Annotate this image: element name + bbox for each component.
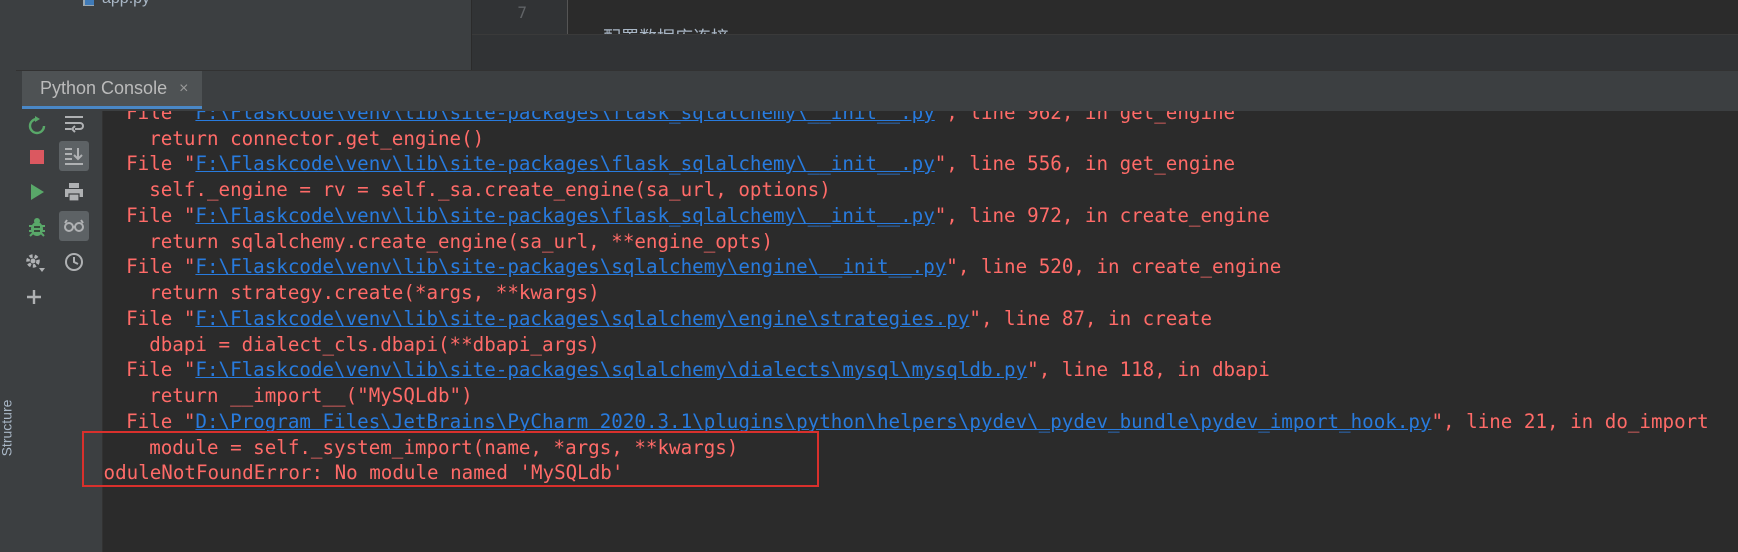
soft-wrap-icon bbox=[65, 116, 84, 133]
traceback-file-line: File "F:\Flaskcode\venv\lib\site-package… bbox=[103, 203, 1270, 229]
editor-line-text: 配置数据库连接 bbox=[603, 24, 729, 34]
close-icon[interactable]: × bbox=[179, 80, 188, 98]
rerun-icon bbox=[28, 116, 46, 135]
show-variables-button[interactable] bbox=[59, 211, 89, 241]
file-link[interactable]: D:\Program Files\JetBrains\PyCharm 2020.… bbox=[195, 410, 1431, 433]
scroll-to-end-icon bbox=[65, 148, 83, 165]
traceback-code-line: return connector.get_engine() bbox=[103, 127, 485, 150]
editor-status-area bbox=[472, 34, 1738, 71]
line-suffix: ", line 87, in create bbox=[969, 307, 1212, 330]
traceback-code-line: return __import__("MySQLdb") bbox=[103, 384, 473, 407]
line-prefix: File " bbox=[103, 152, 196, 175]
structure-tool-tab[interactable]: Structure bbox=[0, 400, 16, 470]
run-icon bbox=[31, 184, 44, 200]
rerun-button[interactable] bbox=[22, 111, 52, 141]
project-pane: app.py bbox=[16, 0, 471, 70]
line-prefix: File " bbox=[103, 410, 196, 433]
print-button[interactable] bbox=[59, 177, 89, 207]
debug-icon bbox=[29, 218, 45, 237]
scroll-to-end-button[interactable] bbox=[59, 141, 89, 171]
show-variables-icon bbox=[64, 219, 84, 232]
traceback-code-line: return sqlalchemy.create_engine(sa_url, … bbox=[103, 230, 774, 253]
settings-icon bbox=[26, 254, 45, 272]
traceback-code-line: return strategy.create(*args, **kwargs) bbox=[103, 281, 600, 304]
editor-gutter: 7 bbox=[472, 0, 568, 34]
add-console-button[interactable] bbox=[19, 282, 49, 312]
traceback-code-line: self._engine = rv = self._sa.create_engi… bbox=[103, 178, 831, 201]
python-file-icon bbox=[82, 0, 96, 7]
line-suffix: ", line 520, in create_engine bbox=[946, 255, 1282, 278]
line-prefix: File " bbox=[103, 111, 196, 124]
line-prefix: File " bbox=[103, 204, 196, 227]
traceback-file-line: File "F:\Flaskcode\venv\lib\site-package… bbox=[103, 254, 1281, 280]
line-suffix: ", line 118, in dbapi bbox=[1027, 358, 1270, 381]
line-number: 7 bbox=[517, 3, 527, 22]
structure-tab-label: Structure bbox=[0, 399, 15, 457]
soft-wrap-button[interactable] bbox=[59, 108, 89, 138]
file-link[interactable]: F:\Flaskcode\venv\lib\site-packages\sqla… bbox=[195, 307, 969, 330]
history-button[interactable] bbox=[59, 247, 89, 277]
line-prefix: File " bbox=[103, 255, 196, 278]
line-prefix: File " bbox=[103, 307, 196, 330]
file-link[interactable]: F:\Flaskcode\venv\lib\site-packages\sqla… bbox=[195, 255, 946, 278]
project-item-label: app.py bbox=[102, 0, 150, 8]
file-link[interactable]: F:\Flaskcode\venv\lib\site-packages\flas… bbox=[195, 111, 934, 124]
tool-window-header: Python Console × bbox=[16, 70, 1738, 112]
traceback-code-line: dbapi = dialect_cls.dbapi(**dbapi_args) bbox=[103, 333, 600, 356]
line-suffix: ", line 962, in get_engine bbox=[934, 111, 1236, 124]
file-link[interactable]: F:\Flaskcode\venv\lib\site-packages\flas… bbox=[195, 152, 934, 175]
line-suffix: ", line 972, in create_engine bbox=[934, 204, 1270, 227]
tab-label: Python Console bbox=[40, 78, 168, 98]
debug-button[interactable] bbox=[22, 212, 52, 242]
traceback-file-line: File "F:\Flaskcode\venv\lib\site-package… bbox=[103, 306, 1212, 332]
stop-button[interactable] bbox=[22, 142, 52, 172]
print-icon bbox=[65, 183, 83, 202]
project-tree-item[interactable]: app.py bbox=[82, 0, 150, 9]
file-link[interactable]: F:\Flaskcode\venv\lib\site-packages\flas… bbox=[195, 204, 934, 227]
run-button[interactable] bbox=[22, 177, 52, 207]
line-suffix: ", line 556, in get_engine bbox=[934, 152, 1236, 175]
console-toolbar-left bbox=[16, 111, 59, 552]
history-icon bbox=[65, 253, 83, 271]
tab-python-console[interactable]: Python Console × bbox=[22, 71, 203, 109]
editor-text-area[interactable]: 配置数据库连接 bbox=[568, 0, 1738, 34]
traceback-file-line: File "F:\Flaskcode\venv\lib\site-package… bbox=[103, 111, 1235, 126]
settings-button[interactable] bbox=[19, 247, 49, 277]
add-icon bbox=[27, 290, 41, 304]
file-link[interactable]: F:\Flaskcode\venv\lib\site-packages\sqla… bbox=[195, 358, 1027, 381]
line-suffix: ", line 21, in do_import bbox=[1431, 410, 1709, 433]
traceback-file-line: File "F:\Flaskcode\venv\lib\site-package… bbox=[103, 151, 1235, 177]
stop-icon bbox=[30, 150, 44, 164]
line-prefix: File " bbox=[103, 358, 196, 381]
traceback-file-line: File "F:\Flaskcode\venv\lib\site-package… bbox=[103, 357, 1270, 383]
error-highlight-box bbox=[82, 431, 819, 487]
